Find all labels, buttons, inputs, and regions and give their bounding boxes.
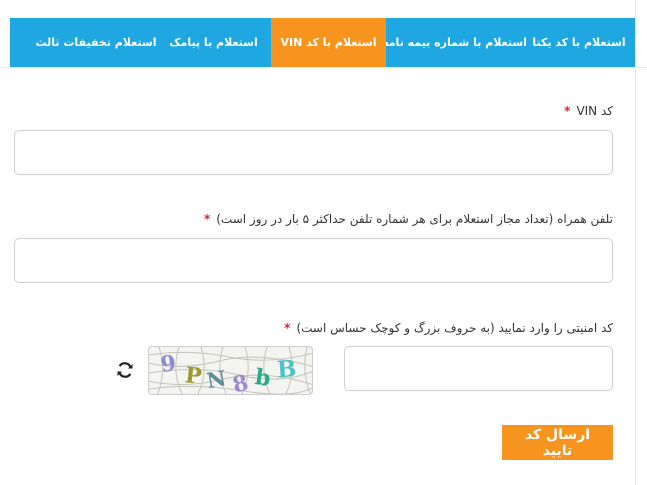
vin-label: کد VIN* xyxy=(564,104,613,118)
captcha-char: b xyxy=(253,364,272,392)
tab-sms[interactable]: استعلام با پیامک xyxy=(156,18,271,67)
refresh-captcha-icon[interactable] xyxy=(115,360,135,380)
required-mark: * xyxy=(284,321,291,335)
tab-third-party-discounts[interactable]: استعلام تخفیفات ثالث xyxy=(36,18,157,67)
top-divider xyxy=(0,67,647,68)
captcha-char: B xyxy=(276,355,297,383)
captcha-input[interactable] xyxy=(344,346,613,391)
captcha-char: 9 xyxy=(159,350,178,378)
captcha-label: کد امنیتی را وارد نمایید (به حروف بزرگ و… xyxy=(284,321,613,335)
tab-unique-code[interactable]: استعلام با کد یکتا xyxy=(523,18,635,67)
tab-vin-code[interactable]: استعلام با کد VIN xyxy=(271,18,386,67)
phone-label: تلفن همراه (تعداد مجاز استعلام برای هر ش… xyxy=(203,212,613,226)
required-mark: * xyxy=(203,212,211,226)
phone-input[interactable] xyxy=(14,238,613,283)
captcha-image: 9 P N 8 b B xyxy=(148,346,313,395)
required-mark: * xyxy=(564,104,571,118)
captcha-char: P xyxy=(184,362,203,390)
send-verification-code-button[interactable]: ارسال کد تایید xyxy=(502,425,613,460)
tab-policy-number[interactable]: استعلام با شماره بیمه نامه xyxy=(382,18,527,67)
vin-input[interactable] xyxy=(14,130,613,175)
inquiry-tabs: استعلام با کد یکتا استعلام با شماره بیمه… xyxy=(10,18,635,67)
content-border xyxy=(635,0,636,485)
captcha-char: N xyxy=(205,365,228,393)
